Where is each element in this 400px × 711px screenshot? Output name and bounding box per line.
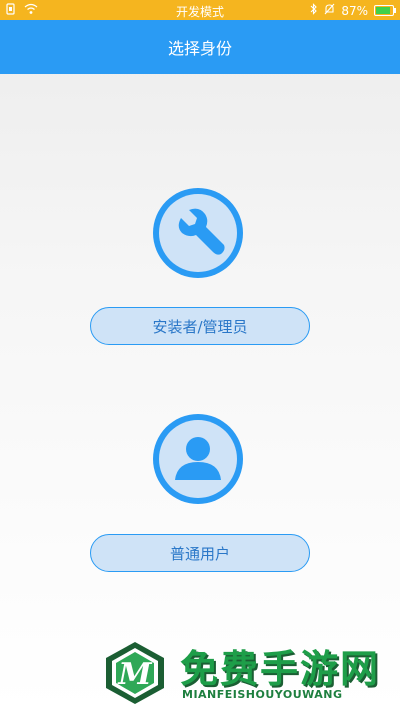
watermark-subtitle: MIANFEISHOUYOUWANG xyxy=(182,688,343,701)
bluetooth-icon xyxy=(310,3,318,18)
status-bar: 开发模式 87% xyxy=(0,0,400,20)
battery-icon xyxy=(374,5,396,16)
watermark-logo-icon: M xyxy=(102,640,168,706)
installer-admin-button[interactable]: 安装者/管理员 xyxy=(90,307,310,345)
battery-percent: 87% xyxy=(341,3,368,18)
watermark-logo-letter: M xyxy=(117,657,152,692)
mute-bell-icon xyxy=(324,3,335,18)
page-title: 选择身份 xyxy=(167,39,232,58)
wrench-icon[interactable] xyxy=(153,188,243,278)
normal-user-label: 普通用户 xyxy=(169,544,230,563)
user-icon[interactable] xyxy=(153,414,243,504)
app-bar: 选择身份 xyxy=(0,20,400,74)
watermark-title: 免费手游网 xyxy=(180,647,381,691)
installer-admin-label: 安装者/管理员 xyxy=(152,317,248,336)
watermark: M 免费手游网 MIANFEISHOUYOUWANG xyxy=(102,636,392,706)
normal-user-button[interactable]: 普通用户 xyxy=(90,534,310,572)
